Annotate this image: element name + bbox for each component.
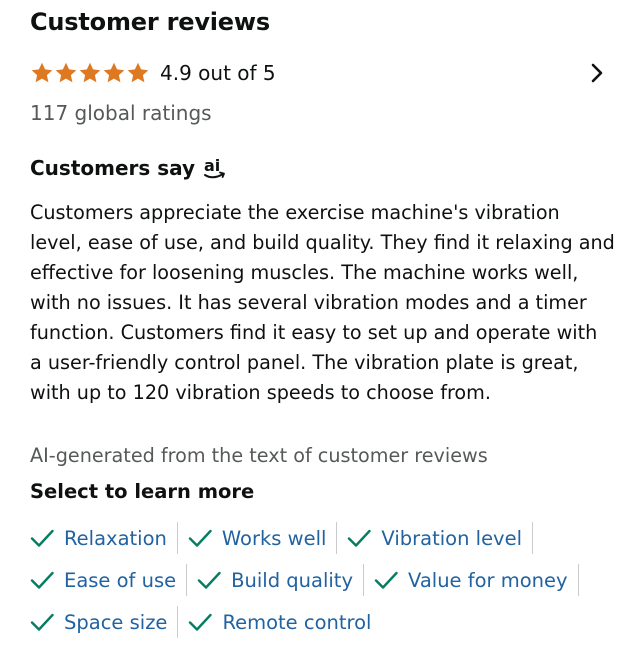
- chip-row: Ease of use Build quality Value for mone…: [30, 559, 620, 601]
- rating-summary[interactable]: 4.9 out of 5: [30, 58, 620, 88]
- review-summary: Customers appreciate the exercise machin…: [30, 201, 615, 404]
- ai-icon: ai: [204, 156, 225, 179]
- checkmark-icon: [189, 613, 213, 631]
- svg-text:ai: ai: [204, 156, 220, 175]
- star-icon: [55, 62, 77, 83]
- aspect-chips: Relaxation Works well Vibration level Ea…: [30, 517, 620, 643]
- aspect-chip-vibration-level[interactable]: Vibration level: [347, 522, 534, 554]
- checkmark-icon: [188, 529, 212, 547]
- page-title: Customer reviews: [30, 8, 270, 36]
- chip-label: Ease of use: [64, 568, 177, 592]
- aspect-chip-build-quality[interactable]: Build quality: [197, 564, 364, 596]
- aspect-chip-relaxation[interactable]: Relaxation: [30, 522, 178, 554]
- rating-text: 4.9 out of 5: [160, 61, 276, 85]
- aspect-chip-ease-of-use[interactable]: Ease of use: [30, 564, 188, 596]
- customers-say-header: Customers say ai: [30, 154, 229, 182]
- chip-row: Relaxation Works well Vibration level: [30, 517, 620, 559]
- customers-say-title: Customers say: [30, 156, 196, 180]
- checkmark-icon: [197, 571, 221, 589]
- aspect-chip-space-size[interactable]: Space size: [30, 606, 179, 638]
- star-icon: [103, 62, 125, 83]
- checkmark-icon: [348, 529, 372, 547]
- chip-label: Remote control: [222, 610, 372, 634]
- chip-row: Space size Remote control: [30, 601, 620, 643]
- chip-label: Build quality: [231, 568, 353, 592]
- star-icon: [79, 62, 101, 83]
- checkmark-icon: [30, 529, 54, 547]
- chevron-right-icon[interactable]: [584, 60, 610, 86]
- chip-label: Space size: [64, 610, 168, 634]
- star-icon: [31, 62, 53, 83]
- star-icon: [127, 62, 149, 83]
- checkmark-icon: [30, 571, 54, 589]
- chip-label: Relaxation: [64, 526, 167, 550]
- ai-generated-note: AI-generated from the text of customer r…: [30, 444, 488, 467]
- checkmark-icon: [374, 571, 398, 589]
- aspect-chip-works-well[interactable]: Works well: [188, 522, 338, 554]
- chip-label: Works well: [221, 526, 327, 550]
- learn-more-title: Select to learn more: [30, 480, 255, 503]
- global-ratings-count: 117 global ratings: [30, 101, 212, 125]
- star-rating: [30, 61, 150, 85]
- aspect-chip-value-for-money[interactable]: Value for money: [374, 564, 579, 596]
- chip-label: Vibration level: [381, 526, 523, 550]
- aspect-chip-remote-control[interactable]: Remote control: [188, 606, 381, 638]
- chip-label: Value for money: [408, 568, 568, 592]
- checkmark-icon: [30, 613, 54, 631]
